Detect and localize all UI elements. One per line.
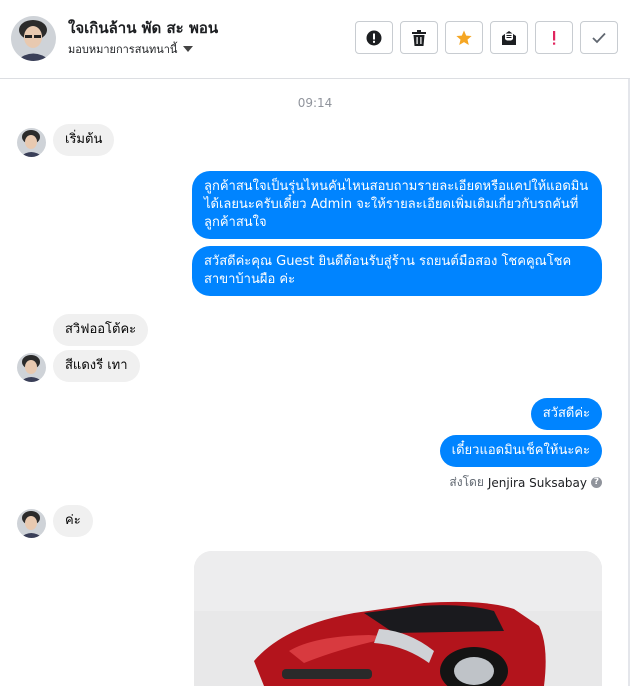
question-icon[interactable]: ? — [591, 477, 602, 488]
header-actions — [355, 21, 618, 54]
exclamation-icon — [553, 30, 556, 45]
sent-by-label: ส่งโดย — [449, 475, 484, 489]
delete-button[interactable] — [400, 21, 438, 54]
report-button[interactable] — [355, 21, 393, 54]
star-button[interactable] — [445, 21, 483, 54]
done-button[interactable] — [580, 21, 618, 54]
contact-avatar-small — [17, 128, 46, 157]
incoming-message: สีแดงรี เทา — [53, 350, 140, 382]
sent-by-info: ส่งโดย Jenjira Suksabay ? — [449, 473, 602, 492]
incoming-message: สวิฟออโต้คะ — [53, 314, 149, 346]
outgoing-message: สวัสดีค่ะ — [530, 398, 602, 430]
contact-name: ใจเกินล้าน พัด สะ พอน — [68, 19, 219, 37]
check-icon — [592, 32, 606, 43]
outgoing-message: สวัสดีค่ะคุณ Guest ยินดีต้อนรับสู่ร้าน ร… — [192, 246, 602, 296]
alert-circle-icon — [366, 30, 382, 45]
trash-icon — [412, 29, 426, 46]
envelope-icon — [502, 30, 516, 45]
incoming-message: เริ่มต้น — [53, 124, 115, 156]
assign-conversation-dropdown[interactable]: มอบหมายการสนทนานี้ — [68, 40, 194, 58]
sent-by-agent[interactable]: Jenjira Suksabay — [488, 476, 587, 490]
incoming-message: ค่ะ — [53, 505, 93, 537]
outgoing-message: เดี๋ยวแอดมินเช็คให้นะคะ — [439, 435, 602, 467]
assign-label: มอบหมายการสนทนานี้ — [68, 43, 178, 56]
important-button[interactable] — [535, 21, 573, 54]
star-icon — [456, 30, 472, 45]
contact-avatar-small — [17, 353, 46, 382]
contact-avatar-small — [17, 509, 46, 538]
mark-unread-button[interactable] — [490, 21, 528, 54]
conversation-header: ใจเกินล้าน พัด สะ พอน มอบหมายการสนทนานี้ — [0, 0, 630, 79]
outgoing-message: ลูกค้าสนใจเป็นรุ่นไหนคันไหนสอบถามรายละเอ… — [192, 171, 602, 239]
car-image-attachment[interactable] — [194, 551, 602, 686]
message-timestamp: 09:14 — [297, 96, 333, 110]
contact-avatar[interactable] — [11, 16, 56, 61]
caret-down-icon — [183, 46, 194, 52]
